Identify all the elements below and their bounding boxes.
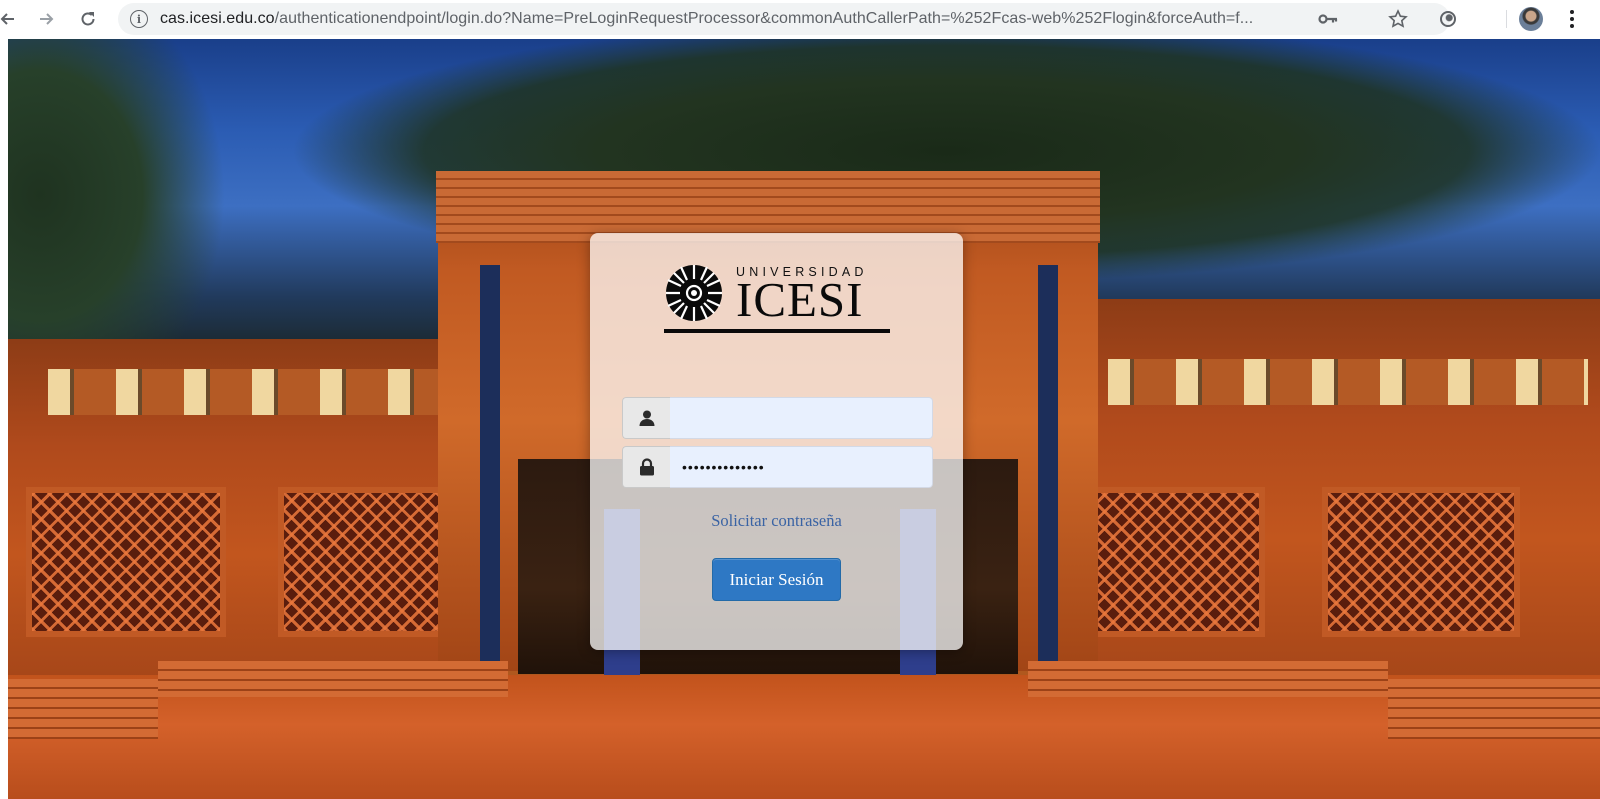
user-icon [622, 397, 670, 439]
background-windows-left [48, 369, 468, 415]
extension-icon[interactable] [1434, 5, 1462, 33]
password-input[interactable] [670, 446, 933, 488]
background-lattice [278, 487, 458, 637]
url-text[interactable]: cas.icesi.edu.co/authenticationendpoint/… [160, 10, 1355, 28]
back-arrow-icon[interactable] [0, 5, 22, 33]
request-password-link[interactable]: Solicitar contraseña [590, 511, 963, 531]
username-field [622, 397, 933, 439]
background-step [158, 661, 508, 697]
background-step [8, 679, 158, 739]
lock-icon [622, 446, 670, 488]
profile-avatar[interactable] [1519, 7, 1543, 31]
url-path: /authenticationendpoint/login.do?Name=Pr… [274, 10, 1254, 27]
browser-toolbar: i cas.icesi.edu.co/authenticationendpoin… [0, 0, 1600, 38]
background-step [1388, 679, 1600, 739]
background-lattice [1080, 487, 1265, 637]
background-pillar [480, 265, 500, 661]
forward-arrow-icon[interactable] [32, 5, 60, 33]
logo-underline [664, 329, 890, 333]
background-windows-right [1108, 359, 1588, 405]
background-lattice [26, 487, 226, 637]
key-icon[interactable] [1316, 7, 1340, 31]
background-lattice [1322, 487, 1520, 637]
login-card: UNIVERSIDAD ICESI Solicitar contraseña I… [590, 233, 963, 650]
username-input[interactable] [670, 397, 933, 439]
url-host: cas.icesi.edu.co [160, 10, 275, 27]
rosette-logo-icon [666, 265, 722, 321]
background-step [1028, 661, 1388, 697]
password-field [622, 446, 933, 488]
reload-icon[interactable] [74, 5, 102, 33]
login-submit-button[interactable]: Iniciar Sesión [712, 558, 841, 601]
site-info-icon[interactable]: i [130, 10, 148, 28]
kebab-menu-icon[interactable] [1562, 5, 1582, 33]
background-pillar [1038, 265, 1058, 661]
logo-icesi-text: ICESI [736, 272, 864, 327]
toolbar-divider [1506, 10, 1507, 28]
icesi-logo: UNIVERSIDAD ICESI [664, 261, 890, 335]
address-bar[interactable]: i cas.icesi.edu.co/authenticationendpoin… [118, 3, 1450, 35]
bookmark-star-icon[interactable] [1386, 7, 1410, 31]
